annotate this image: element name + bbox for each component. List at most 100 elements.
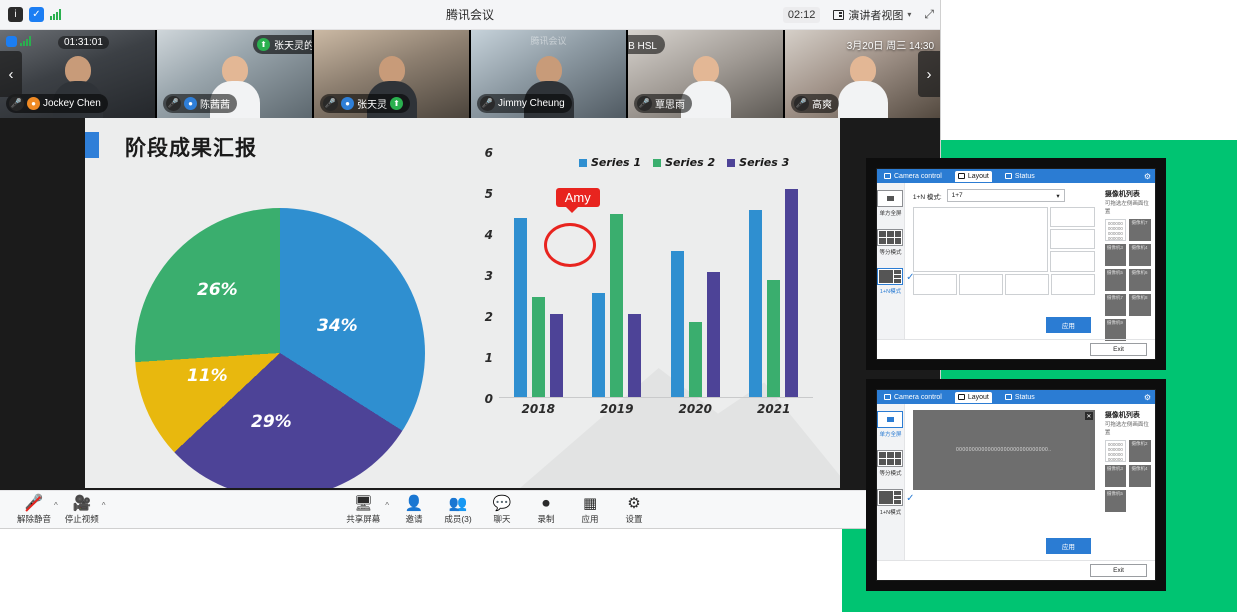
mic-icon[interactable]: 🎤: [480, 96, 495, 111]
invite-button[interactable]: 👤 邀请: [393, 495, 435, 525]
video-tile[interactable]: 🎤 ● 张天灵 ⬆: [314, 30, 469, 118]
mic-icon[interactable]: 🎤: [9, 96, 24, 111]
tab-camera-control[interactable]: Camera control: [881, 171, 945, 182]
tab-label: Camera control: [894, 393, 942, 401]
video-tile[interactable]: 🎤 高爽 3月20日 周三 14:30 ›: [785, 30, 940, 118]
layout-cell[interactable]: [958, 273, 1003, 295]
tab-status[interactable]: Status: [1002, 392, 1038, 403]
close-icon[interactable]: ✕: [1084, 412, 1093, 420]
one-plus-n-icon: [877, 268, 904, 285]
camera-thumb[interactable]: 摄像机9: [1104, 319, 1127, 341]
call-duration-badge: 01:31:01: [58, 36, 109, 49]
sidebar-item-one-plus-n[interactable]: 1+N模式 ✓: [877, 268, 914, 295]
sidebar-item-label: 单方全屏: [879, 432, 902, 438]
sharing-icon: ⬆: [390, 97, 403, 110]
slide-accent-bar: [85, 132, 99, 158]
chevron-down-icon: ▾: [907, 10, 912, 19]
one-plus-n-icon: [877, 489, 904, 506]
mic-icon[interactable]: 🎤: [794, 96, 809, 111]
tab-layout[interactable]: Layout: [954, 391, 992, 403]
camera-thumb[interactable]: 摄像机5: [1104, 490, 1127, 512]
mic-options-chevron-icon[interactable]: ^: [54, 501, 58, 510]
tab-camera-control[interactable]: Camera control: [881, 392, 945, 403]
camera-thumb[interactable]: 摄像机4: [1129, 244, 1151, 266]
camera-thumb[interactable]: 摄像机2: [1129, 440, 1151, 462]
share-screen-button[interactable]: 🖥 共享屏幕: [341, 495, 385, 525]
layout-preview-grid[interactable]: [912, 207, 1095, 295]
layout-cell[interactable]: [1004, 273, 1049, 295]
video-tile[interactable]: 🎤 Jimmy Cheung 腾讯会议: [471, 30, 626, 118]
camera-thumb[interactable]: 摄像机3: [1104, 244, 1127, 266]
info-icon[interactable]: i: [8, 7, 23, 22]
camera-preview[interactable]: 00000000000000000000000000000.. ✕: [912, 410, 1095, 490]
apply-button[interactable]: 应用: [1045, 538, 1091, 554]
camera-thumb[interactable]: 00000000000000000000000000000...: [1104, 219, 1127, 241]
view-mode-selector[interactable]: 演讲者视图 ▾: [828, 5, 916, 25]
fullscreen-icon[interactable]: ⤢: [924, 7, 934, 22]
gear-icon[interactable]: ⚙: [1144, 393, 1151, 402]
sidebar-item-equal-grid[interactable]: 等分模式: [877, 450, 904, 477]
bar-series-2: [610, 214, 624, 397]
stop-video-button[interactable]: 🎥 停止视频: [60, 495, 104, 525]
y-tick: 0: [484, 392, 493, 406]
settings-button[interactable]: ⚙ 设置: [613, 495, 655, 525]
layout-cell[interactable]: [1050, 251, 1095, 272]
layout-cell-main[interactable]: [912, 207, 1049, 272]
exit-button[interactable]: Exit: [1090, 343, 1147, 356]
layout-cell[interactable]: [1050, 273, 1095, 295]
signal-icon[interactable]: [50, 9, 61, 20]
apply-button[interactable]: 应用: [1045, 317, 1091, 333]
mute-button[interactable]: 🎤 解除静音: [12, 495, 56, 525]
video-tile[interactable]: 🎤 覃思雨 投屏码 RGB HSL: [628, 30, 783, 118]
bar-series-3: [785, 189, 799, 397]
shield-icon[interactable]: ✓: [29, 7, 44, 22]
video-tile[interactable]: 01:31:01 🎤 ● Jockey Chen ‹: [0, 30, 155, 118]
participant-name: 陈茜茜: [200, 100, 230, 111]
mode-select[interactable]: 1+7 ▾: [946, 189, 1065, 202]
layout-cell[interactable]: [912, 273, 957, 295]
sidebar-item-label: 1+N模式: [879, 510, 902, 516]
tab-label: Camera control: [894, 172, 942, 180]
camera-thumb[interactable]: 摄像机4: [1129, 465, 1151, 487]
window-titlebar: i ✓ 腾讯会议 02:12 演讲者视图 ▾ ⤢: [0, 0, 940, 30]
gear-icon[interactable]: ⚙: [1144, 172, 1151, 181]
share-indicator-icon: ⬆: [257, 38, 270, 51]
video-tile[interactable]: 🎤 ● 陈茜茜 ⬆ 张天灵的屏幕共享中: [157, 30, 312, 118]
avatar: ●: [27, 97, 40, 110]
exit-button[interactable]: Exit: [1090, 564, 1147, 577]
camera-thumb[interactable]: 摄像机3: [1104, 465, 1127, 487]
record-button[interactable]: ⏺ 录制: [525, 495, 567, 525]
camera-thumb[interactable]: 摄像机6: [1129, 269, 1151, 291]
sidebar-item-label: 单方全屏: [879, 211, 902, 217]
bar-series-1: [749, 210, 763, 397]
chat-button[interactable]: 💬 聊天: [481, 495, 523, 525]
tab-status[interactable]: Status: [1002, 171, 1038, 182]
share-options-chevron-icon[interactable]: ^: [385, 501, 389, 510]
equal-grid-icon: [877, 229, 904, 246]
participant-name: Jimmy Cheung: [498, 98, 565, 109]
apps-label: 应用: [581, 513, 599, 524]
layout-cell[interactable]: [1050, 207, 1095, 228]
apps-button[interactable]: ▦ 应用: [569, 495, 611, 525]
filmstrip-prev-button[interactable]: ‹: [0, 51, 22, 97]
camera-thumb[interactable]: 00000000000000000000000000000...: [1104, 440, 1127, 462]
sidebar-item-single-fullscreen[interactable]: 单方全屏: [877, 411, 904, 438]
camera-panel-window: Camera control Layout Status ⚙ 单方全屏 等分模式…: [876, 168, 1156, 360]
camera-thumbnails: 00000000000000000000000000000... 摄像机7 摄像…: [1104, 219, 1151, 341]
layout-cell[interactable]: [1050, 229, 1095, 250]
video-options-chevron-icon[interactable]: ^: [102, 501, 106, 510]
mic-icon[interactable]: 🎤: [166, 96, 181, 111]
sidebar-item-one-plus-n[interactable]: 1+N模式 ✓: [877, 489, 914, 516]
members-button[interactable]: 👥 成员(3): [437, 495, 479, 525]
mic-icon[interactable]: 🎤: [637, 96, 652, 111]
bar-series-2: [767, 280, 781, 397]
sidebar-item-single-fullscreen[interactable]: 单方全屏: [877, 190, 904, 217]
mic-icon[interactable]: 🎤: [323, 96, 338, 111]
camera-thumb[interactable]: 摄像机7: [1104, 294, 1127, 316]
tab-layout[interactable]: Layout: [954, 170, 992, 182]
filmstrip-next-button[interactable]: ›: [918, 51, 940, 97]
camera-thumb[interactable]: 摄像机8: [1129, 294, 1151, 316]
sidebar-item-equal-grid[interactable]: 等分模式: [877, 229, 904, 256]
camera-thumb[interactable]: 摄像机5: [1104, 269, 1127, 291]
camera-thumb[interactable]: 摄像机7: [1129, 219, 1151, 241]
